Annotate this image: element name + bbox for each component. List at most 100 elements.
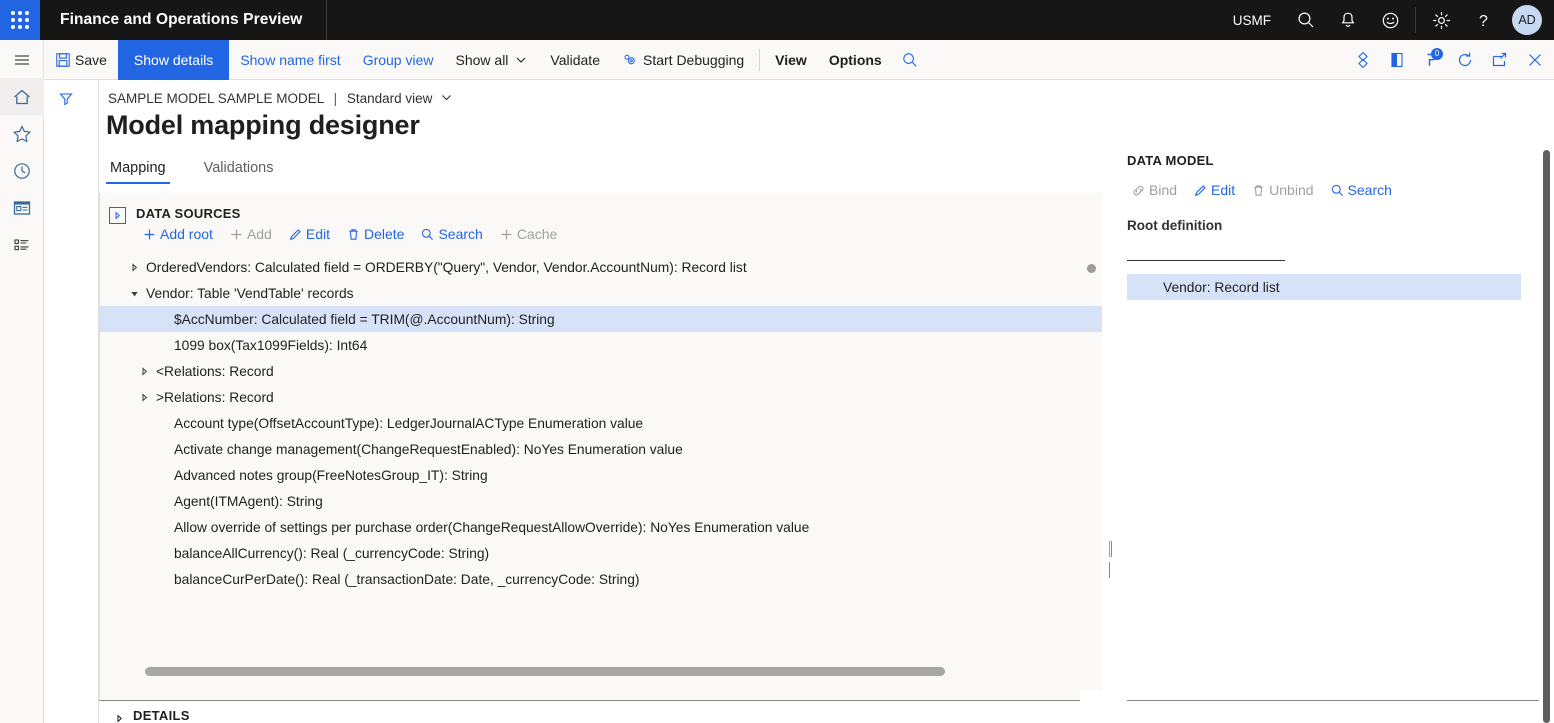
popout-icon[interactable] (1482, 40, 1516, 80)
details-fasttab[interactable]: DETAILS (99, 701, 1554, 723)
save-button[interactable]: Save (44, 40, 118, 80)
close-icon[interactable] (1516, 40, 1554, 80)
details-label: DETAILS (133, 708, 190, 723)
chevron-right-icon[interactable] (138, 391, 150, 403)
unbind-button[interactable]: Unbind (1251, 182, 1313, 198)
panel-splitter-handle[interactable] (1109, 541, 1113, 557)
dm-edit-label: Edit (1211, 182, 1235, 198)
tree-row[interactable]: <Relations: Record (100, 358, 1102, 384)
dm-edit-button[interactable]: Edit (1193, 182, 1235, 198)
bind-button[interactable]: Bind (1131, 182, 1177, 198)
breadcrumb-model: SAMPLE MODEL SAMPLE MODEL (108, 91, 324, 106)
settings-gear-icon[interactable] (1420, 0, 1462, 40)
company-label[interactable]: USMF (1219, 13, 1285, 28)
start-debugging-label: Start Debugging (643, 52, 744, 68)
topbar-divider-2 (1415, 7, 1416, 33)
data-model-root-row[interactable]: Vendor: Record list (1127, 274, 1521, 300)
data-sources-tree[interactable]: OrderedVendors: Calculated field = ORDER… (100, 254, 1102, 700)
add-button[interactable]: Add (229, 226, 272, 242)
add-label: Add (247, 226, 272, 242)
start-debugging-button[interactable]: Start Debugging (611, 40, 755, 80)
tree-row-label: <Relations: Record (156, 364, 274, 379)
options-menu[interactable]: Options (818, 40, 893, 80)
group-view-button[interactable]: Group view (352, 40, 445, 80)
app-title: Finance and Operations Preview (60, 11, 302, 29)
show-all-dropdown[interactable]: Show all (445, 40, 540, 80)
tree-row[interactable]: Account type(OffsetAccountType): LedgerJ… (100, 410, 1102, 436)
tree-row[interactable]: Agent(ITMAgent): String (100, 488, 1102, 514)
tree-row[interactable]: 1099 box(Tax1099Fields): Int64 (100, 332, 1102, 358)
tree-row[interactable]: Advanced notes group(FreeNotesGroup_IT):… (100, 462, 1102, 488)
show-details-button[interactable]: Show details (118, 40, 229, 80)
chevron-right-icon[interactable] (128, 261, 140, 273)
sidebar-item-modules[interactable] (0, 226, 44, 263)
trash-icon (1251, 183, 1266, 198)
tree-row[interactable]: balanceAllCurrency(): Real (_currencyCod… (100, 540, 1102, 566)
tree-row[interactable]: Allow override of settings per purchase … (100, 514, 1102, 540)
validate-button[interactable]: Validate (539, 40, 611, 80)
add-root-label: Add root (160, 226, 213, 242)
search-label: Search (438, 226, 482, 242)
tree-indent-spacer (156, 521, 168, 533)
tree-indent-spacer (156, 313, 168, 325)
help-question-icon[interactable]: ? (1462, 0, 1504, 40)
waffle-icon[interactable] (0, 0, 40, 40)
tree-row[interactable]: Activate change management(ChangeRequest… (100, 436, 1102, 462)
sidebar-item-recent[interactable] (0, 152, 44, 189)
chevron-down-icon (514, 53, 528, 67)
sidebar-item-home[interactable] (0, 78, 44, 115)
search-icon[interactable] (1285, 0, 1327, 40)
page-scrollbar-thumb[interactable] (1543, 150, 1550, 723)
show-all-label: Show all (456, 52, 509, 68)
dm-search-button[interactable]: Search (1330, 182, 1392, 198)
save-disk-icon (55, 52, 71, 68)
sidebar-item-favorites[interactable] (0, 115, 44, 152)
toolbar-search-icon[interactable] (893, 40, 927, 80)
chevron-down-icon[interactable] (128, 287, 140, 299)
open-in-new-window-icon[interactable] (1380, 40, 1414, 80)
tree-row[interactable]: OrderedVendors: Calculated field = ORDER… (100, 254, 1102, 280)
hamburger-menu-icon[interactable] (0, 41, 44, 78)
data-model-header: DATA MODEL (1127, 153, 1214, 168)
chevron-right-icon[interactable] (138, 365, 150, 377)
filter-column (44, 80, 99, 723)
tree-row[interactable]: balanceCurPerDate(): Real (_transactionD… (100, 566, 1102, 592)
tree-row[interactable]: >Relations: Record (100, 384, 1102, 410)
avatar[interactable]: AD (1512, 5, 1542, 35)
delete-button[interactable]: Delete (346, 226, 404, 242)
tree-row[interactable]: Vendor: Table 'VendTable' records (100, 280, 1102, 306)
root-definition-underline (1127, 260, 1285, 261)
details-expand-toggle[interactable] (113, 712, 125, 723)
tree-scroll-indicator[interactable] (1087, 264, 1096, 273)
edit-button[interactable]: Edit (288, 226, 330, 242)
tree-indent-spacer (156, 339, 168, 351)
sidebar-item-workspaces[interactable] (0, 189, 44, 226)
action-pane-toolbar: Save Show details Show name first Group … (0, 40, 1554, 80)
search-icon (420, 227, 435, 242)
add-root-button[interactable]: Add root (142, 226, 213, 242)
data-sources-command-bar: Add root Add Edit Delete Search Cache (142, 226, 573, 242)
tab-mapping[interactable]: Mapping (108, 160, 168, 184)
search-button[interactable]: Search (420, 226, 482, 242)
breadcrumb-view-selector[interactable]: Standard view (347, 91, 433, 106)
tab-validations[interactable]: Validations (202, 160, 276, 184)
tree-indent-spacer (156, 469, 168, 481)
refresh-icon[interactable] (1448, 40, 1482, 80)
save-label: Save (75, 52, 107, 68)
tree-row-label: Vendor: Table 'VendTable' records (146, 286, 354, 301)
notifications-bell-icon[interactable] (1327, 0, 1369, 40)
attachments-icon[interactable] (1346, 40, 1380, 80)
waffle-dots (11, 11, 29, 29)
tree-horizontal-scrollbar[interactable] (145, 667, 945, 676)
feedback-smiley-icon[interactable] (1369, 0, 1411, 40)
show-name-first-button[interactable]: Show name first (229, 40, 351, 80)
tree-row[interactable]: $AccNumber: Calculated field = TRIM(@.Ac… (100, 306, 1102, 332)
filter-funnel-icon[interactable] (52, 85, 80, 113)
data-sources-expand-toggle[interactable] (109, 207, 126, 224)
data-sources-header: DATA SOURCES (136, 206, 241, 221)
cache-button[interactable]: Cache (499, 226, 557, 242)
page-scrollbar-track[interactable] (1539, 80, 1554, 723)
notifications-icon[interactable]: 0 (1414, 40, 1448, 80)
left-navigation-rail (0, 40, 44, 723)
view-menu[interactable]: View (764, 40, 818, 80)
